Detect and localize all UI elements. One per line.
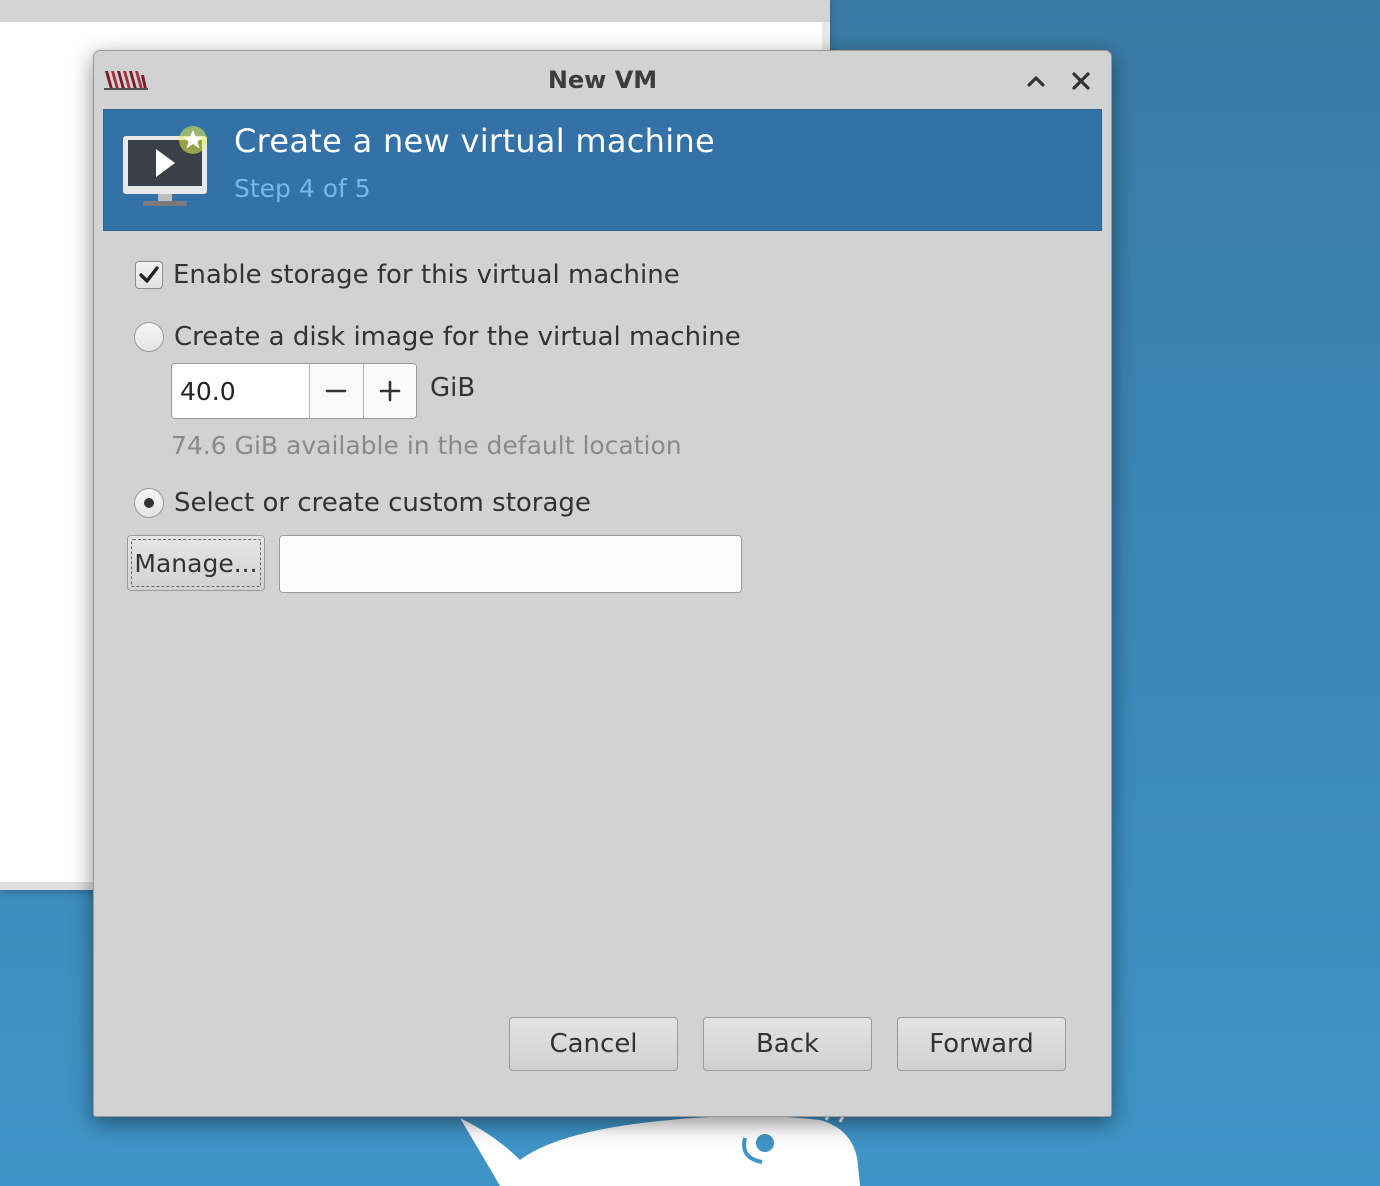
cancel-button[interactable]: Cancel (509, 1017, 678, 1071)
available-space-hint: 74.6 GiB available in the default locati… (171, 431, 682, 460)
dialog-title: New VM (547, 66, 658, 94)
create-disk-image-row[interactable]: Create a disk image for the virtual mach… (134, 322, 741, 352)
minus-icon (325, 389, 347, 393)
wizard-header-banner: Create a new virtual machine Step 4 of 5 (103, 109, 1102, 231)
radio-selected-dot (144, 498, 154, 508)
wizard-title: Create a new virtual machine (234, 122, 715, 160)
wizard-step-indicator: Step 4 of 5 (234, 174, 371, 203)
enable-storage-row[interactable]: Enable storage for this virtual machine (135, 260, 680, 290)
disk-size-spinbutton (171, 363, 417, 419)
create-disk-image-radio[interactable] (134, 322, 164, 352)
disk-size-decrement-button[interactable] (309, 364, 363, 418)
close-button[interactable] (1065, 65, 1097, 97)
custom-storage-radio[interactable] (134, 488, 164, 518)
forward-button[interactable]: Forward (897, 1017, 1066, 1071)
disk-size-increment-button[interactable] (362, 364, 416, 418)
enable-storage-checkbox[interactable] (135, 261, 163, 289)
disk-size-input[interactable] (172, 364, 309, 418)
create-disk-image-label[interactable]: Create a disk image for the virtual mach… (174, 322, 741, 352)
disk-size-unit: GiB (430, 373, 476, 403)
manage-storage-button-label: Manage... (134, 548, 258, 578)
enable-storage-label[interactable]: Enable storage for this virtual machine (173, 260, 680, 290)
manage-storage-button[interactable]: Manage... (127, 535, 265, 591)
checkmark-icon (139, 266, 159, 283)
close-icon (1072, 72, 1090, 90)
chevron-up-icon (1027, 76, 1045, 87)
custom-storage-label[interactable]: Select or create custom storage (174, 488, 591, 518)
monitor-play-new-icon (123, 126, 207, 206)
minimize-button[interactable] (1020, 65, 1052, 97)
plus-icon (379, 380, 401, 402)
background-window-titlebar (0, 0, 830, 22)
new-vm-dialog: New VM Create a new virtual machine Step… (93, 50, 1112, 1117)
custom-storage-path-input[interactable] (279, 535, 742, 593)
custom-storage-row[interactable]: Select or create custom storage (134, 488, 591, 518)
dialog-titlebar[interactable]: New VM (94, 51, 1111, 107)
back-button[interactable]: Back (703, 1017, 872, 1071)
